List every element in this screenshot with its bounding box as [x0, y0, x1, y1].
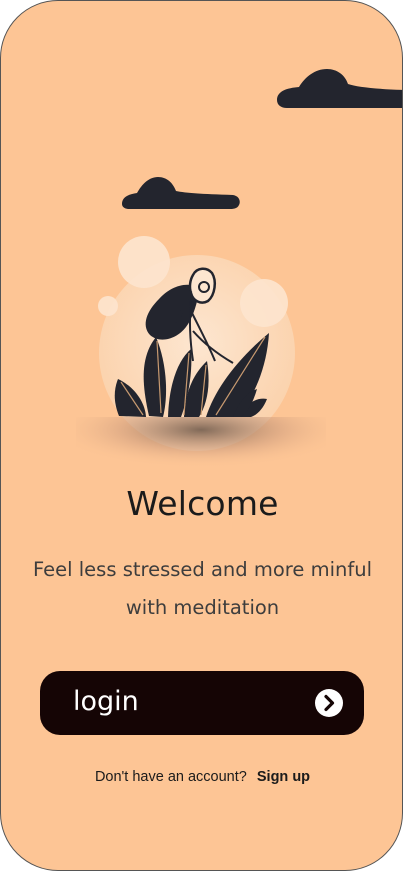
welcome-title: Welcome: [126, 484, 279, 523]
cloud-left-icon: [122, 177, 240, 209]
signup-prompt-row: Don't have an account? Sign up: [1, 769, 402, 785]
meditation-illustration: [1, 69, 402, 481]
login-button-label: login: [73, 686, 139, 717]
login-button[interactable]: login: [40, 671, 364, 735]
chevron-right-circle-icon: [315, 689, 343, 717]
welcome-screen: Welcome Feel less stressed and more minf…: [0, 0, 403, 871]
signup-link[interactable]: Sign up: [257, 769, 310, 785]
bubble: [240, 279, 288, 327]
welcome-subtitle: Feel less stressed and more minful with …: [33, 558, 372, 619]
cloud-right-icon: [277, 69, 402, 108]
bubble: [118, 236, 170, 288]
bubble: [98, 296, 118, 316]
signup-prompt-text: Don't have an account?: [94, 769, 247, 785]
